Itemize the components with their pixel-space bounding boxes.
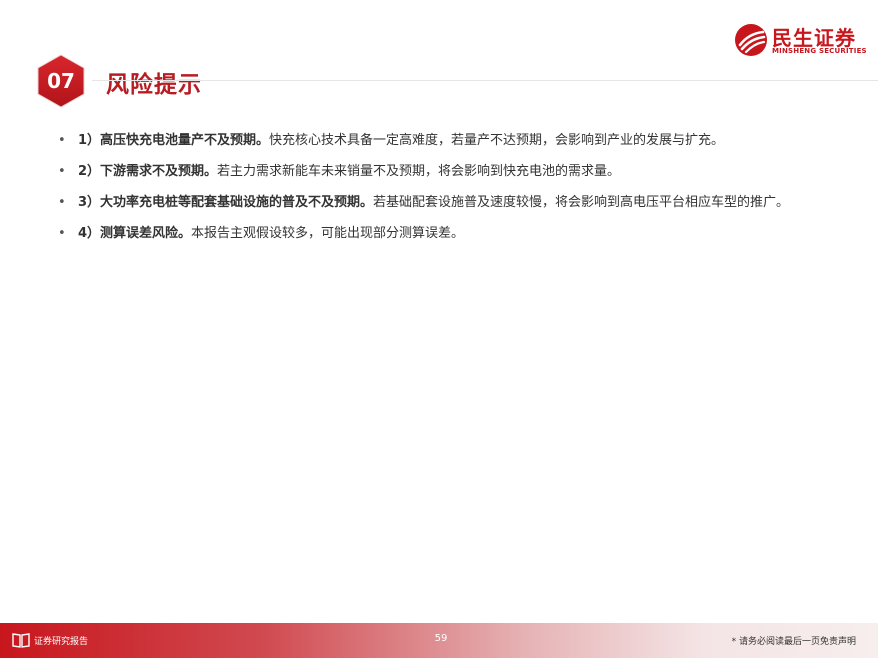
bullet-icon: • (58, 226, 66, 241)
page-footer: 证券研究报告 59 * 请务必阅读最后一页免责声明 (0, 623, 878, 658)
bullet-icon: • (58, 133, 66, 148)
risk-heading: 3）大功率充电桩等配套基础设施的普及不及预期。 (78, 195, 374, 210)
list-item: • 1）高压快充电池量产不及预期。快充核心技术具备一定高难度，若量产不达预期，会… (58, 130, 818, 152)
bullet-icon: • (58, 164, 66, 179)
list-item: • 2）下游需求不及预期。若主力需求新能车未来销量不及预期，将会影响到快充电池的… (58, 161, 818, 183)
risk-list: • 1）高压快充电池量产不及预期。快充核心技术具备一定高难度，若量产不达预期，会… (58, 130, 818, 254)
section-title: 风险提示 (106, 72, 202, 98)
footer-disclaimer: * 请务必阅读最后一页免责声明 (731, 637, 856, 647)
list-item: • 4）测算误差风险。本报告主观假设较多，可能出现部分测算误差。 (58, 223, 818, 245)
risk-heading: 1）高压快充电池量产不及预期。 (78, 133, 270, 148)
risk-text: 本报告主观假设较多，可能出现部分测算误差。 (191, 226, 465, 241)
risk-heading: 4）测算误差风险。 (78, 226, 192, 241)
company-logo: 民生证券 MINSHENG SECURITIES (734, 23, 867, 59)
risk-text: 快充核心技术具备一定高难度，若量产不达预期，会影响到产业的发展与扩充。 (269, 133, 725, 148)
page-number: 59 (434, 633, 448, 644)
logo-subtitle: MINSHENG SECURITIES (772, 47, 867, 55)
minsheng-logo-icon (735, 24, 767, 56)
section-badge: 07 (36, 54, 86, 108)
bullet-icon: • (58, 195, 66, 210)
report-page: 07 风险提示 民生证券 MINSHENG SECURITIES • 1）高压快… (0, 0, 878, 658)
risk-text: 若基础配套设施普及速度较慢，将会影响到高电压平台相应车型的推广。 (373, 195, 790, 210)
footer-report-label: 证券研究报告 (34, 637, 89, 647)
risk-heading: 2）下游需求不及预期。 (78, 164, 218, 179)
risk-text: 若主力需求新能车未来销量不及预期，将会影响到快充电池的需求量。 (217, 164, 621, 179)
list-item: • 3）大功率充电桩等配套基础设施的普及不及预期。若基础配套设施普及速度较慢，将… (58, 192, 818, 214)
header-divider (92, 80, 878, 81)
section-number: 07 (47, 69, 75, 93)
book-icon (12, 633, 30, 648)
